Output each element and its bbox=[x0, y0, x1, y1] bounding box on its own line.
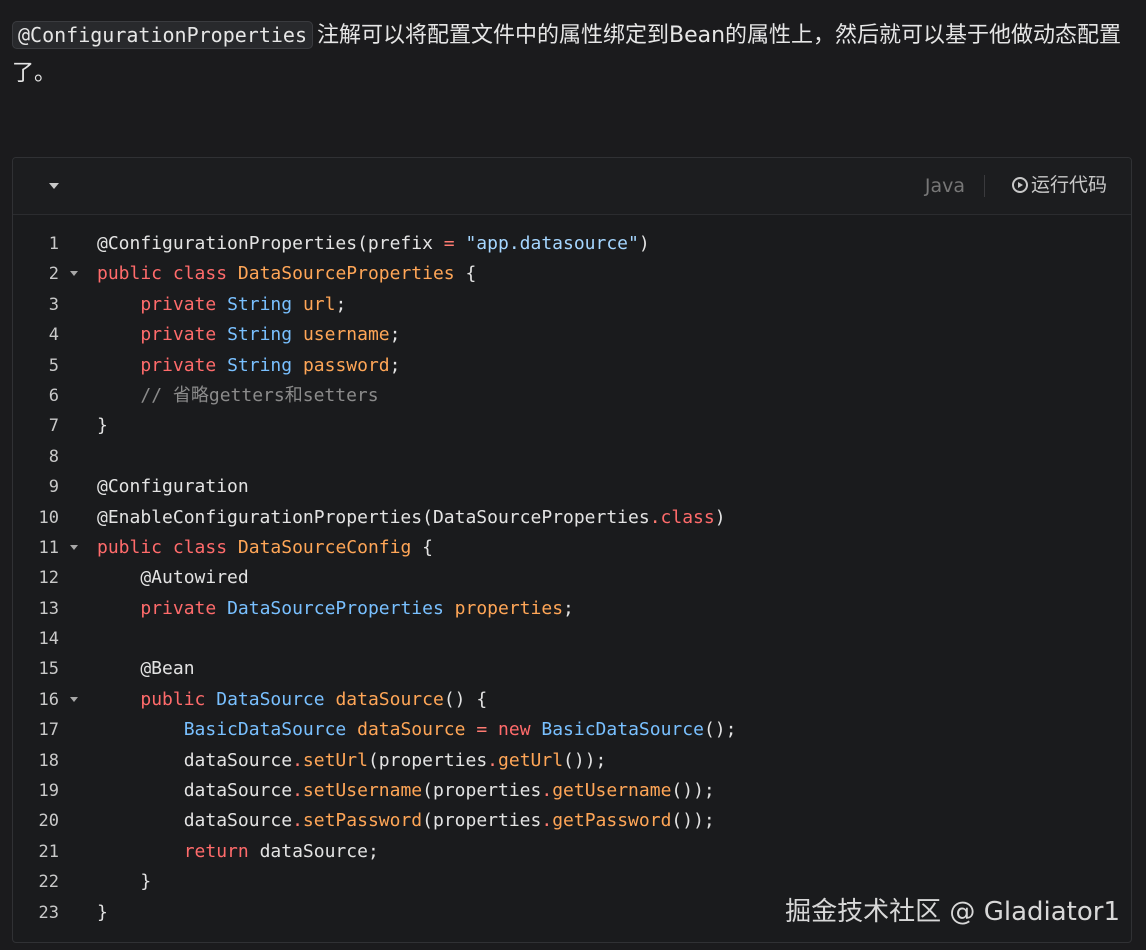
line-number: 2 bbox=[48, 264, 59, 285]
code-line: 12 @Autowired bbox=[13, 563, 1131, 593]
line-number: 8 bbox=[48, 446, 59, 467]
line-number: 9 bbox=[48, 477, 59, 498]
code-line: 9 @Configuration bbox=[13, 472, 1131, 502]
fold-toggle-icon[interactable] bbox=[70, 271, 78, 277]
code-line: 6 // 省略getters和setters bbox=[13, 381, 1131, 411]
line-number: 11 bbox=[38, 537, 59, 558]
line-number: 21 bbox=[38, 841, 59, 862]
line-number: 10 bbox=[38, 507, 59, 528]
inline-code: @ConfigurationProperties bbox=[12, 21, 313, 49]
code-text: private String password; bbox=[140, 354, 401, 376]
line-number: 23 bbox=[38, 902, 59, 923]
code-body: 1 @ConfigurationProperties(prefix = "app.… bbox=[13, 229, 1131, 928]
toolbar-divider bbox=[984, 175, 985, 197]
code-line: 10 @EnableConfigurationProperties(DataSou… bbox=[13, 503, 1131, 533]
code-text: // 省略getters和setters bbox=[140, 384, 379, 406]
watermark: 掘金技术社区 @ Gladiator1 bbox=[785, 897, 1120, 927]
code-text: private String username; bbox=[140, 324, 401, 346]
line-number: 22 bbox=[38, 872, 59, 893]
code-line: 5 private String password; bbox=[13, 351, 1131, 381]
code-text: @ConfigurationProperties(prefix = "app.d… bbox=[97, 233, 650, 254]
line-number: 5 bbox=[48, 355, 59, 376]
code-line: 20 dataSource.setPassword(properties.get… bbox=[13, 806, 1131, 836]
line-number: 17 bbox=[38, 720, 59, 741]
line-number: 15 bbox=[38, 659, 59, 680]
code-line: 4 private String username; bbox=[13, 320, 1131, 350]
code-text: } bbox=[97, 871, 152, 893]
code-line: 14 bbox=[13, 624, 1131, 654]
code-line: 17 BasicDataSource dataSource = new Basi… bbox=[13, 715, 1131, 745]
code-text: private String url; bbox=[140, 293, 347, 315]
fold-toggle-icon[interactable] bbox=[70, 544, 78, 550]
code-text: public class DataSourceProperties { bbox=[97, 263, 477, 285]
code-text: @Bean bbox=[97, 658, 195, 680]
code-text: } bbox=[97, 415, 108, 437]
run-code-label: 运行代码 bbox=[1030, 174, 1107, 196]
code-text: dataSource.setUsername(properties.getUse… bbox=[97, 780, 715, 802]
chevron-down-icon[interactable] bbox=[47, 179, 61, 193]
code-text: @EnableConfigurationProperties(DataSourc… bbox=[97, 506, 726, 528]
code-text: public DataSource dataSource() { bbox=[140, 688, 488, 710]
line-number: 14 bbox=[38, 629, 59, 650]
fold-toggle-icon[interactable] bbox=[70, 696, 78, 702]
code-line: 1 @ConfigurationProperties(prefix = "app.… bbox=[13, 229, 1131, 259]
code-block: Java 运行代码 1 @ConfigurationProperties(pref… bbox=[12, 157, 1132, 943]
line-number: 6 bbox=[48, 385, 59, 406]
line-number: 12 bbox=[38, 568, 59, 589]
line-number: 18 bbox=[38, 750, 59, 771]
code-line: 2 public class DataSourceProperties { bbox=[13, 259, 1131, 289]
code-text: BasicDataSource dataSource = new BasicDa… bbox=[183, 719, 737, 741]
code-text: } bbox=[97, 901, 108, 923]
code-line: 19 dataSource.setUsername(properties.get… bbox=[13, 776, 1131, 806]
code-line: 15 @Bean bbox=[13, 654, 1131, 684]
line-number: 3 bbox=[48, 294, 59, 315]
code-text: @Autowired bbox=[97, 567, 249, 589]
code-line: 21 return dataSource; bbox=[13, 837, 1131, 867]
line-number: 19 bbox=[38, 781, 59, 802]
code-text: return dataSource; bbox=[183, 840, 379, 862]
code-text: @Configuration bbox=[97, 476, 249, 498]
code-line: 16 public DataSource dataSource() { bbox=[13, 685, 1131, 715]
code-line: 8 bbox=[13, 442, 1131, 472]
line-number: 7 bbox=[48, 416, 59, 437]
code-line: 11 public class DataSourceConfig { bbox=[13, 533, 1131, 563]
run-code-button[interactable]: 运行代码 bbox=[1011, 173, 1107, 197]
line-number: 20 bbox=[38, 811, 59, 832]
code-text: private DataSourceProperties properties; bbox=[140, 597, 574, 619]
line-number: 13 bbox=[38, 598, 59, 619]
code-text: dataSource.setUrl(properties.getUrl()); bbox=[97, 749, 607, 771]
line-number: 4 bbox=[48, 325, 59, 346]
code-toolbar: Java 运行代码 bbox=[13, 158, 1131, 215]
language-label: Java bbox=[924, 175, 965, 197]
code-line: 18 dataSource.setUrl(properties.getUrl()… bbox=[13, 746, 1131, 776]
intro-paragraph: @ConfigurationProperties 注解可以将配置文件中的属性绑定到… bbox=[12, 16, 1136, 93]
code-text: public class DataSourceConfig { bbox=[97, 536, 433, 558]
code-text: dataSource.setPassword(properties.getPas… bbox=[97, 810, 715, 832]
code-line: 3 private String url; bbox=[13, 290, 1131, 320]
play-circle-icon bbox=[1011, 177, 1028, 193]
line-number: 16 bbox=[38, 689, 59, 710]
line-number: 1 bbox=[48, 234, 59, 254]
code-line: 13 private DataSourceProperties properti… bbox=[13, 594, 1131, 624]
code-line: 7} bbox=[13, 411, 1131, 441]
code-line: 22 } bbox=[13, 867, 1131, 897]
